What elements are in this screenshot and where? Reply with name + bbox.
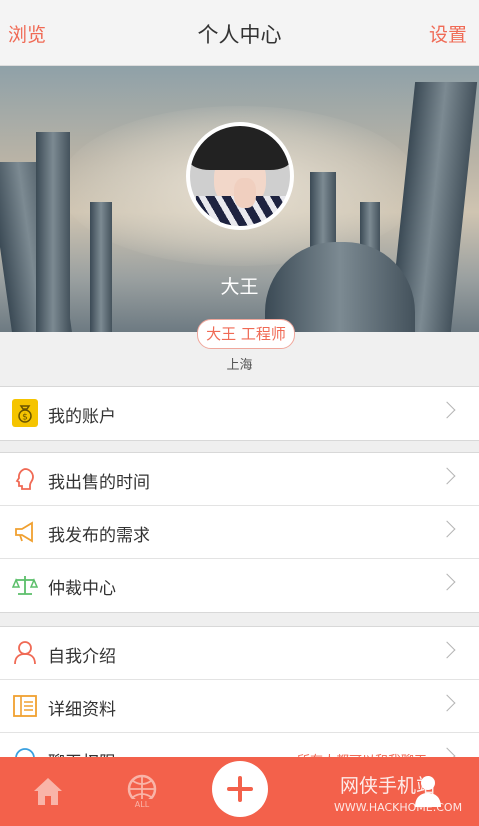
- chevron-right-icon: [438, 467, 456, 485]
- chevron-right-icon: [438, 401, 456, 419]
- profile-info: 大王 工程师 上海: [0, 319, 479, 386]
- list-icon: [13, 695, 37, 717]
- profile-tag: 大王 工程师: [197, 319, 295, 349]
- menu-item-arbitration[interactable]: 仲裁中心: [0, 559, 479, 612]
- menu-label: 自我介绍: [48, 647, 116, 667]
- page-title: 个人中心: [197, 23, 282, 47]
- chevron-right-icon: [438, 641, 456, 659]
- scale-icon: [12, 576, 38, 595]
- all-icon[interactable]: ALL: [124, 771, 160, 811]
- settings-button[interactable]: 设置: [429, 20, 467, 47]
- menu-label: 我发布的需求: [48, 526, 150, 546]
- menu-item-self-intro[interactable]: 自我介绍: [0, 627, 479, 680]
- menu-label: 我出售的时间: [48, 473, 150, 493]
- menu-label: 详细资料: [48, 700, 116, 720]
- person-icon: [14, 641, 36, 665]
- chevron-right-icon: [438, 573, 456, 591]
- account-group: $ 我的账户: [0, 386, 479, 441]
- building: [90, 202, 112, 332]
- location: 上海: [226, 358, 253, 373]
- chevron-right-icon: [438, 694, 456, 712]
- top-bar: 浏览 个人中心 设置: [0, 0, 479, 66]
- cover-banner: 大王: [0, 66, 479, 332]
- watermark-title: 网侠手机站: [340, 775, 436, 797]
- avatar[interactable]: [186, 122, 294, 230]
- activity-group: 我出售的时间 我发布的需求 仲裁中心: [0, 452, 479, 613]
- menu-label: 我的账户: [48, 407, 116, 427]
- add-button[interactable]: [212, 761, 268, 817]
- megaphone-icon: [15, 521, 33, 543]
- watermark: 网侠手机站 WWW.HACKHOME.COM: [300, 763, 479, 823]
- svg-text:ALL: ALL: [135, 800, 150, 809]
- money-bag-icon: $: [12, 399, 38, 427]
- svg-text:$: $: [22, 413, 28, 423]
- head-icon: [15, 468, 34, 490]
- menu-item-details[interactable]: 详细资料: [0, 680, 479, 733]
- building: [36, 132, 70, 332]
- chevron-right-icon: [438, 520, 456, 538]
- watermark-url: WWW.HACKHOME.COM: [334, 801, 463, 814]
- menu-item-posted-needs[interactable]: 我发布的需求: [0, 506, 479, 559]
- home-icon[interactable]: [30, 771, 66, 811]
- nickname: 大王: [220, 276, 259, 298]
- menu-item-account[interactable]: $ 我的账户: [0, 387, 479, 440]
- menu-label: 仲裁中心: [48, 579, 116, 599]
- menu-item-sold-time[interactable]: 我出售的时间: [0, 453, 479, 506]
